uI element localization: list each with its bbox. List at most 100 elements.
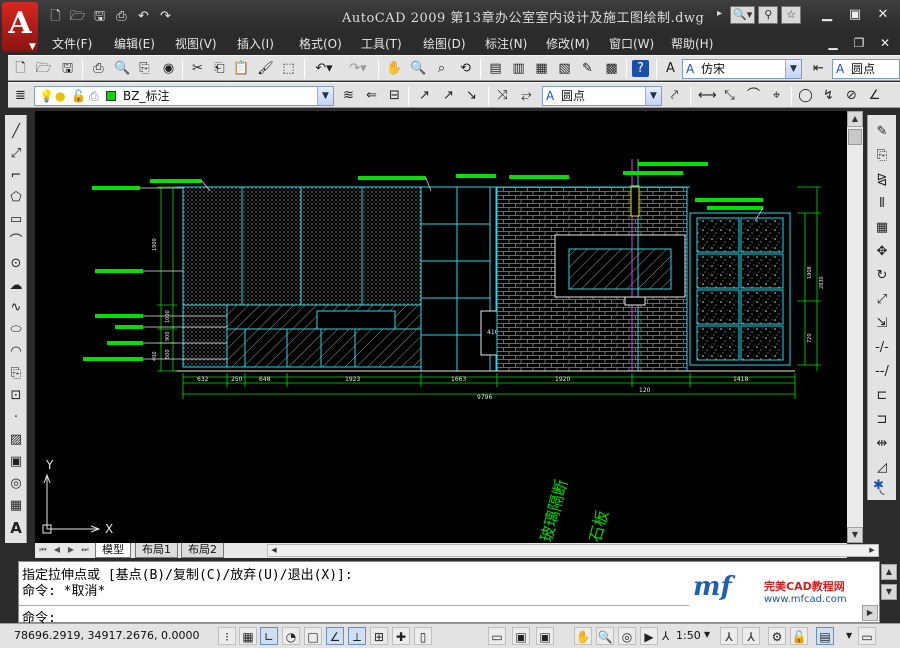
coordinate-readout[interactable]: 78696.2919, 34917.2676, 0.0000 — [14, 629, 199, 642]
insert-block-icon[interactable]: ⎘ — [7, 365, 25, 383]
menu-tools[interactable]: 工具(T) — [361, 35, 402, 52]
scroll-down-icon[interactable]: ▼ — [881, 584, 897, 600]
status-tray-icon[interactable]: ▤ — [816, 627, 834, 645]
open-icon[interactable]: 🗁 — [68, 8, 87, 26]
doc-restore-icon[interactable]: ❐ — [852, 36, 866, 50]
print-icon[interactable]: ⎙ — [112, 8, 131, 26]
scroll-right-icon[interactable]: ▶ — [862, 605, 878, 621]
scroll-right-icon[interactable]: ▶ — [866, 545, 878, 556]
menu-file[interactable]: 文件(F) — [52, 35, 92, 52]
undo-icon[interactable]: ↶ — [134, 8, 153, 26]
rotate-icon[interactable]: ↻ — [873, 267, 891, 285]
make-current-layer-icon[interactable]: ≋ — [340, 87, 357, 104]
zoom-previous-icon[interactable]: ⟲ — [457, 60, 474, 77]
break-icon[interactable]: ⊐ — [873, 411, 891, 429]
gradient-icon[interactable]: ▣ — [7, 453, 25, 471]
save-icon[interactable]: 🖫 — [90, 8, 109, 26]
extend-icon[interactable]: --/ — [873, 363, 891, 381]
quickcalc-icon[interactable]: ▩ — [603, 60, 620, 77]
chevron-down-icon[interactable]: ▼ — [704, 630, 710, 639]
linear-dim-icon[interactable]: ⟷ — [698, 87, 717, 104]
command-scrollbar[interactable]: ▲ ▼ — [881, 562, 897, 620]
scroll-up-icon[interactable]: ▲ — [847, 111, 863, 127]
menu-help[interactable]: 帮助(H) — [671, 35, 713, 52]
workspace-switch-icon[interactable]: ⚙ — [768, 627, 786, 645]
help-icon[interactable]: ? — [632, 60, 649, 77]
drawing-canvas[interactable]: 410 632 250 648 1923 1663 1920 120 1418 … — [35, 111, 847, 543]
zoom-realtime-icon[interactable]: 🔍 — [410, 60, 427, 77]
object-snap-icon[interactable]: □ — [304, 627, 322, 645]
chamfer-icon[interactable]: ◿ — [873, 459, 891, 477]
layer-states-icon[interactable]: ⊟ — [386, 87, 403, 104]
menu-insert[interactable]: 插入(I) — [237, 35, 274, 52]
break-at-point-icon[interactable]: ⊏ — [873, 387, 891, 405]
doc-close-icon[interactable]: ✕ — [878, 36, 892, 50]
polygon-icon[interactable]: ⬠ — [7, 189, 25, 207]
prev-tab-icon[interactable]: ◀ — [51, 544, 63, 556]
menu-view[interactable]: 视图(V) — [175, 35, 217, 52]
scroll-left-icon[interactable]: ◀ — [268, 545, 280, 556]
ellipse-arc-icon[interactable]: ◠ — [7, 343, 25, 361]
ordinate-dim-icon[interactable]: ⌖ — [768, 87, 785, 104]
pan-icon[interactable]: ✋ — [386, 60, 403, 77]
close-icon[interactable]: ✕ — [874, 7, 892, 23]
trim-icon[interactable]: -/- — [873, 339, 891, 357]
sheet-set-icon[interactable]: ▧ — [556, 60, 573, 77]
paste-icon[interactable]: 📋 — [233, 60, 250, 77]
nav-arrow-icon[interactable]: ▸ — [717, 8, 722, 19]
clean-screen-icon[interactable]: ▭ — [858, 627, 876, 645]
object-snap-tracking-icon[interactable]: ∠ — [326, 627, 344, 645]
move-icon[interactable]: ✥ — [873, 243, 891, 261]
markup-icon[interactable]: ✎ — [579, 60, 596, 77]
line-icon[interactable]: ╱ — [7, 123, 25, 141]
stretch-icon[interactable]: ⇲ — [873, 315, 891, 333]
text-style-select[interactable]: A 仿宋 ▼ — [682, 59, 802, 79]
redo-icon[interactable]: ↷▾ — [345, 60, 371, 77]
horizontal-scrollbar[interactable]: ◀ ▶ — [267, 544, 879, 557]
angular-dim-icon[interactable]: ∠ — [866, 87, 883, 104]
command-input[interactable]: 命令: — [19, 605, 689, 626]
save-icon[interactable]: 🖫 — [59, 60, 76, 77]
menu-edit[interactable]: 编辑(E) — [114, 35, 155, 52]
zoom-window-icon[interactable]: ⌕ — [433, 60, 450, 77]
match-properties-icon[interactable]: 🖌 — [257, 60, 274, 77]
annotation-visibility-icon[interactable]: ⅄ — [720, 627, 738, 645]
text-style-icon[interactable]: A — [662, 60, 679, 77]
menu-window[interactable]: 窗口(W) — [609, 35, 654, 52]
lineweight-icon[interactable]: ✚ — [392, 627, 410, 645]
rectangle-icon[interactable]: ▭ — [7, 211, 25, 229]
layer-select[interactable]: 💡 ● 🔓 ⎙ BZ_标注 ▼ — [34, 86, 334, 106]
mleader-align-icon[interactable]: ⤨ — [494, 87, 511, 104]
qnew-icon[interactable]: 🗋 — [12, 60, 29, 77]
aligned-dim-icon[interactable]: ⤡ — [721, 87, 738, 104]
maximize-icon[interactable]: ▣ — [846, 7, 864, 23]
lock-icon[interactable]: 🔓 — [790, 627, 808, 645]
explode-icon[interactable]: ✱ — [873, 478, 884, 493]
vertical-scroll-thumb[interactable] — [848, 129, 862, 145]
array-icon[interactable]: ▦ — [873, 219, 891, 237]
circle-icon[interactable]: ⊙ — [7, 255, 25, 273]
dynamic-ucs-icon[interactable]: ⟂ — [348, 627, 366, 645]
tab-layout2[interactable]: 布局2 — [181, 543, 224, 558]
dim-style-icon[interactable]: ⇤ — [810, 60, 827, 77]
open-icon[interactable]: 🗁 — [35, 60, 52, 77]
chevron-down-icon[interactable]: ▼ — [846, 631, 852, 640]
zoom-status-icon[interactable]: 🔍 — [596, 627, 614, 645]
construction-line-icon[interactable]: ⤢ — [7, 145, 25, 163]
grid-display-icon[interactable]: ▦ — [239, 627, 257, 645]
spline-icon[interactable]: ∿ — [7, 299, 25, 317]
pan-status-icon[interactable]: ✋ — [574, 627, 592, 645]
next-tab-icon[interactable]: ▶ — [65, 544, 77, 556]
scale-icon[interactable]: ⤢ — [873, 291, 891, 309]
mleader-style-icon[interactable]: ⤤ — [666, 87, 683, 104]
undo-icon[interactable]: ↶▾ — [311, 60, 337, 77]
first-tab-icon[interactable]: ⏮ — [37, 544, 49, 556]
menu-dimension[interactable]: 标注(N) — [485, 35, 527, 52]
copy-object-icon[interactable]: ⎘ — [873, 147, 891, 165]
annotation-scale-value[interactable]: 1:50 — [676, 629, 701, 642]
properties-icon[interactable]: ▤ — [487, 60, 504, 77]
offset-icon[interactable]: ⫴ — [873, 195, 891, 213]
vertical-scrollbar[interactable]: ▲ ▼ — [847, 111, 863, 543]
plot-icon[interactable]: ⎙ — [90, 60, 107, 77]
model-space-icon[interactable]: ▭ — [488, 627, 506, 645]
